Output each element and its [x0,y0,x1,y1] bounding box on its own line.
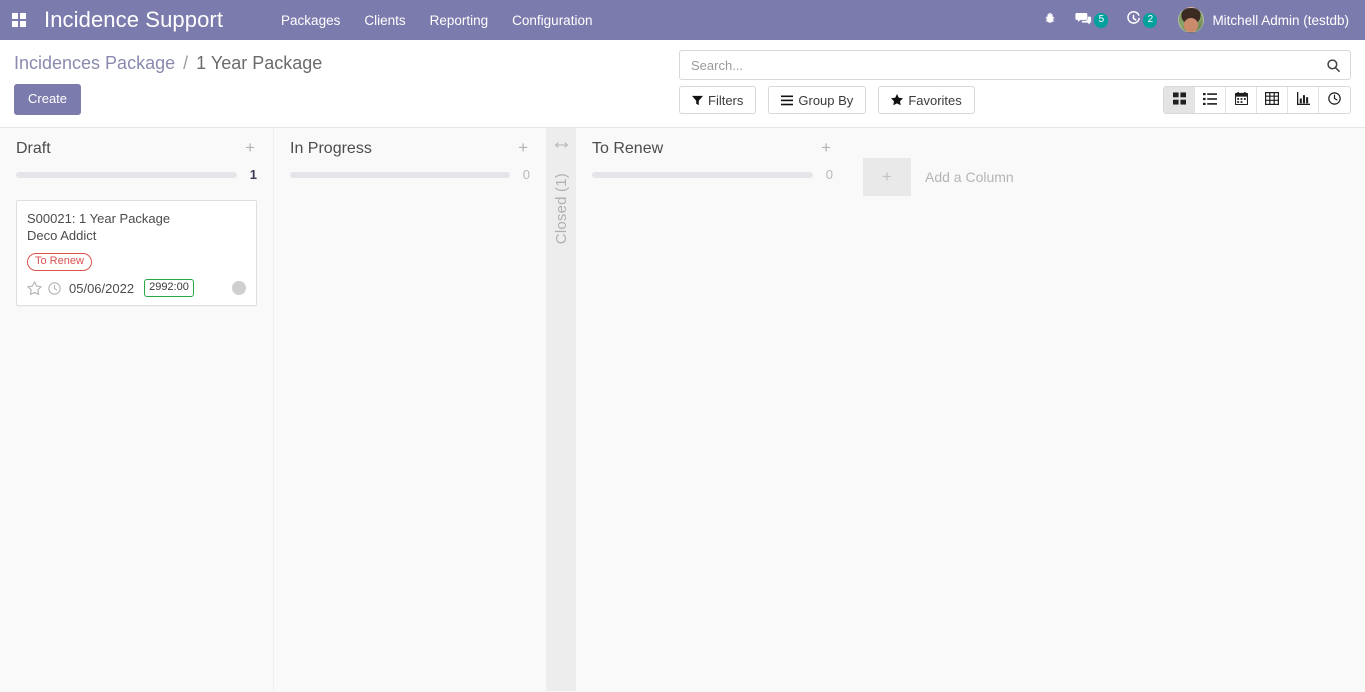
search-icon[interactable] [1326,58,1341,73]
apps-menu-button[interactable] [0,0,38,40]
filters-label: Filters [708,92,744,108]
systray: 5 2 Mitchell Admin (testdb) [1034,0,1365,40]
breadcrumb-parent[interactable]: Incidences Package [14,53,175,73]
card-hours-badge: 2992:00 [144,279,194,297]
kanban-progress-bar[interactable] [592,171,813,178]
card-footer: 05/06/2022 2992:00 [27,279,246,297]
view-kanban-button[interactable] [1164,87,1195,113]
kanban-column-to-renew: To Renew + 0 [576,128,849,691]
messages-icon [1075,12,1092,29]
breadcrumb-separator: / [183,53,189,73]
user-menu-button[interactable]: Mitchell Admin (testdb) [1166,0,1355,40]
add-column-label[interactable]: Add a Column [925,169,1014,185]
add-record-button[interactable]: + [243,139,257,157]
menu-item-configuration[interactable]: Configuration [500,0,604,40]
kanban-column-progressbar-row: 0 [290,167,530,182]
brand-title[interactable]: Incidence Support [44,7,223,33]
avatar [1178,7,1205,33]
kanban-column-progressbar-row: 0 [592,167,833,182]
pivot-table-icon [1265,92,1280,108]
favorites-label: Favorites [908,92,962,108]
card-assignee-avatar[interactable] [232,281,246,295]
search-area: Filters Group By Favor [679,50,1351,114]
kanban-column-count[interactable]: 1 [247,167,257,182]
kanban-column-progressbar-row: 1 [16,167,257,182]
kanban-board: Draft + 1 S00021: 1 Year Package Deco Ad… [0,128,1365,691]
card-priority-star-icon[interactable] [27,280,42,296]
kanban-column-header: To Renew + [592,128,833,159]
bug-icon [1043,12,1057,29]
filter-row: Filters Group By Favorites [679,86,1351,114]
card-subtitle: Deco Addict [27,228,97,243]
kanban-column-in-progress: In Progress + 0 [273,128,546,691]
group-by-button[interactable]: Group By [768,86,867,114]
kanban-cards-draft: S00021: 1 Year Package Deco Addict To Re… [16,200,257,306]
group-by-lines-icon [781,95,794,106]
add-column-area: + Add a Column [849,128,1365,691]
star-icon [891,94,904,106]
bar-chart-icon [1296,92,1310,108]
debug-bug-button[interactable] [1034,0,1066,40]
view-activity-button[interactable] [1319,87,1350,113]
activity-clock-icon [1126,11,1141,29]
card-date: 05/06/2022 [69,280,135,296]
folded-column-label: Closed (1) [552,173,570,245]
control-panel: Incidences Package / 1 Year Package Crea… [0,40,1365,128]
add-column-button[interactable]: + [863,158,911,196]
calendar-icon [1234,92,1248,108]
kanban-column-draft: Draft + 1 S00021: 1 Year Package Deco Ad… [0,128,273,691]
view-graph-button[interactable] [1288,87,1319,113]
view-switcher [1163,86,1351,114]
search-box[interactable] [679,50,1351,80]
favorites-button[interactable]: Favorites [878,86,975,114]
kanban-column-count[interactable]: 0 [823,167,833,182]
filters-button[interactable]: Filters [679,86,757,114]
menu-item-clients[interactable]: Clients [352,0,417,40]
clock-icon [1328,92,1341,108]
apps-grid-icon [12,13,26,27]
menu-item-reporting[interactable]: Reporting [418,0,501,40]
card-title: S00021: 1 Year Package [27,211,171,226]
kanban-column-closed-folded[interactable]: Closed (1) [546,128,576,691]
kanban-card[interactable]: S00021: 1 Year Package Deco Addict To Re… [16,200,257,306]
create-button[interactable]: Create [14,84,82,116]
filter-funnel-icon [692,95,703,106]
main-menu: Packages Clients Reporting Configuration [269,0,604,40]
kanban-column-title[interactable]: Draft [16,139,243,159]
activities-button[interactable]: 2 [1117,0,1166,40]
view-list-button[interactable] [1195,87,1226,113]
kanban-progress-bar[interactable] [16,171,237,178]
view-calendar-button[interactable] [1226,87,1257,113]
kanban-column-title[interactable]: To Renew [592,139,819,159]
user-name: Mitchell Admin (testdb) [1212,12,1349,28]
kanban-column-header: Draft + [16,128,257,159]
kanban-column-title[interactable]: In Progress [290,139,516,159]
top-navbar: Incidence Support Packages Clients Repor… [0,0,1365,40]
messages-badge: 5 [1094,12,1109,28]
group-by-label: Group By [798,92,854,108]
plus-icon: + [882,167,892,186]
card-tag: To Renew [27,253,92,271]
breadcrumb-current: 1 Year Package [196,53,323,73]
add-record-button[interactable]: + [516,139,530,157]
kanban-grid-icon [1172,92,1186,108]
add-record-button[interactable]: + [819,139,833,157]
kanban-column-count[interactable]: 0 [520,167,530,182]
card-clock-icon[interactable] [48,281,61,295]
list-icon [1203,92,1217,108]
view-pivot-button[interactable] [1257,87,1288,113]
activities-badge: 2 [1143,12,1158,28]
arrows-horizontal-icon [554,139,568,151]
kanban-progress-bar[interactable] [290,171,510,178]
search-input[interactable] [689,56,1326,74]
kanban-column-header: In Progress + [290,128,530,159]
messages-button[interactable]: 5 [1066,0,1117,40]
menu-item-packages[interactable]: Packages [269,0,352,40]
